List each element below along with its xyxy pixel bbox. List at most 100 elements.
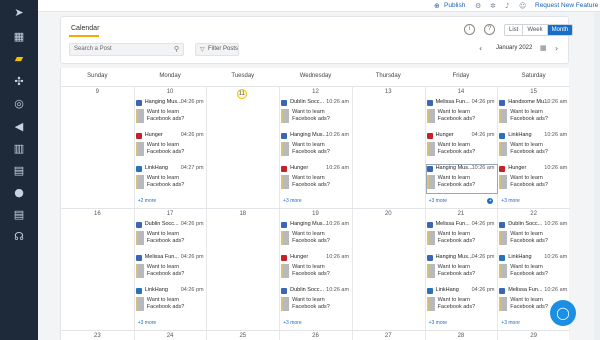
post-text: Want to learn Facebook ads? [146,231,185,244]
dashboard-icon[interactable]: ▦ [12,30,26,44]
more-posts-link[interactable]: +3 more [283,198,301,204]
user-icon[interactable]: ☺ [519,1,526,11]
post-card[interactable]: Dublin Socc... 10:26 am Want to learn Face… [281,99,352,127]
post-time: 04:26 pm [471,221,495,227]
post-card[interactable]: Hunger 10:26 am Want to learn Facebook ads… [499,165,570,193]
post-time: 04:26 pm [471,132,495,138]
more-posts-link[interactable]: +3 more [429,320,447,326]
post-text: Want to learn Facebook ads? [292,264,330,277]
pinterest-icon [281,166,288,172]
request-feature-link[interactable]: Request New Feature [535,1,598,11]
post-text: Want to learn Facebook ads? [510,142,548,155]
post-card[interactable]: Hanging Mus... 10:26 am Want to learn Face… [425,164,498,194]
megaphone-icon[interactable]: ◀ [12,120,26,134]
analytics-icon[interactable]: ▥ [12,142,26,156]
post-account-name: Hanging Mus... [144,99,182,105]
post-thumbnail [135,109,144,123]
post-card[interactable]: LinkHang 04:26 pm Want to learn Facebook a… [426,287,497,315]
day-number: 9 [95,89,100,95]
send-icon[interactable]: ➤ [12,6,26,20]
post-card[interactable]: Melissa Fun... 04:26 pm Want to learn Face… [426,221,497,249]
post-thumbnail [426,175,435,189]
calendar-toolbar: Calendar Search a Post ⚲ ▽ Filter Posts … [60,16,574,64]
info-icon[interactable]: i [464,24,475,35]
publish-link[interactable]: Publish [444,1,465,11]
day-header: Friday [452,73,470,79]
calendar-picker-icon[interactable]: ▦ [540,44,547,52]
filter-label: Filter Posts [208,46,239,52]
day-number: 23 [94,333,101,339]
more-posts-link[interactable]: +2 more [138,198,156,204]
post-card[interactable]: Handsome Mu... 10:26 am Want to learn Face… [499,99,570,127]
day-header: Monday [159,73,181,79]
post-card[interactable]: LinkHang 04:26 pm Want to learn Facebook a… [135,287,206,315]
reports-icon[interactable]: ▤ [12,208,26,222]
post-thumbnail [135,231,144,245]
more-posts-link[interactable]: +3 more [138,320,156,326]
post-thumbnail [426,264,435,278]
more-posts-link[interactable]: +3 more [283,320,301,326]
support-icon[interactable]: ☊ [12,230,26,244]
day-number: 16 [94,211,101,217]
tab-calendar[interactable]: Calendar [71,25,99,32]
day-number: 14 [457,89,465,95]
next-month-icon[interactable]: › [555,44,558,53]
post-card[interactable]: LinkHang 04:27 pm Want to learn Facebook a… [135,165,206,193]
add-post-button[interactable]: + [487,198,494,204]
more-posts-link[interactable]: +3 more [501,320,519,326]
prev-month-icon[interactable]: ‹ [479,44,482,53]
day-number: 26 [312,333,319,339]
post-card[interactable]: Hunger 04:26 pm Want to learn Facebook ads… [135,132,206,160]
post-card[interactable]: Hanging Mus... 10:26 am Want to learn Face… [281,132,352,160]
post-account-name: Dublin Socc... [508,221,543,227]
post-card[interactable]: LinkHang 10:26 am Want to learn Facebook a… [499,132,570,160]
filter-posts-button[interactable]: ▽ Filter Posts [195,43,239,56]
chat-icon[interactable]: ▰ [12,52,26,66]
bell-icon[interactable]: ♪ [505,1,509,11]
day-header: Tuesday [231,73,255,79]
post-account-name: LinkHang [435,287,459,293]
post-time: 10:26 am [544,221,568,227]
facebook-icon [281,100,288,106]
target-icon[interactable]: ◎ [12,97,26,111]
scrollbar[interactable] [594,12,600,340]
post-card[interactable]: Melissa Fun... 04:26 pm Want to learn Face… [135,254,206,282]
view-month-button[interactable]: Month [547,25,573,35]
more-posts-link[interactable]: +3 more [429,198,447,204]
day-number: 15 [530,89,537,95]
post-thumbnail [135,264,144,278]
header-divider [61,86,570,87]
view-list-button[interactable]: List [505,25,524,35]
day-number: 21 [457,211,465,217]
day-header: Saturday [521,73,546,79]
inbox-icon[interactable]: ▤ [12,164,26,178]
post-card[interactable]: Dublin Socc... 10:26 am Want to learn Face… [281,287,352,315]
post-card[interactable]: Hunger 04:26 pm Want to learn Facebook ads… [426,132,497,160]
post-time: 04:26 pm [471,99,495,105]
post-card[interactable]: Dublin Socc... 04:26 pm Want to learn Face… [135,221,206,249]
post-account-name: Hunger [435,132,454,138]
post-account-name: LinkHang [508,132,532,138]
post-card[interactable]: Hanging Mus... 10:26 am Want to learn Face… [281,221,352,249]
post-card[interactable]: Hunger 10:26 am Want to learn Facebook ads… [281,254,352,282]
view-week-button[interactable]: Week [523,25,548,35]
more-posts-link[interactable]: +3 more [501,198,519,204]
post-card[interactable]: Melissa Fun... 04:26 pm Want to learn Face… [426,99,497,127]
network-icon[interactable]: ✣ [12,75,26,89]
chat-support-button[interactable]: ◯ [550,300,576,326]
gear-icon[interactable]: ✲ [490,1,496,11]
facebook-icon [135,100,142,106]
post-thumbnail [499,231,508,245]
users-icon[interactable]: ● [12,186,26,200]
post-card[interactable]: Hanging Mus... 04:26 pm Want to learn Face… [426,254,497,282]
settings-icon[interactable]: ⚙ [475,1,481,11]
day-number: 13 [384,89,392,95]
day-number: 29 [530,333,537,339]
post-card[interactable]: Hunger 10:26 am Want to learn Facebook ads… [281,165,352,193]
calendar-grid: Sunday Monday Tuesday Wednesday Thursday Frid… [60,68,570,340]
post-card[interactable]: LinkHang 10:26 am Want to learn Facebook a… [499,254,570,282]
help-icon[interactable]: ? [484,24,495,35]
search-input[interactable]: Search a Post ⚲ [69,43,184,56]
post-card[interactable]: Dublin Socc... 10:26 am Want to learn Face… [499,221,570,249]
post-card[interactable]: Hanging Mus... 04:26 pm Want to learn Face… [135,99,206,127]
